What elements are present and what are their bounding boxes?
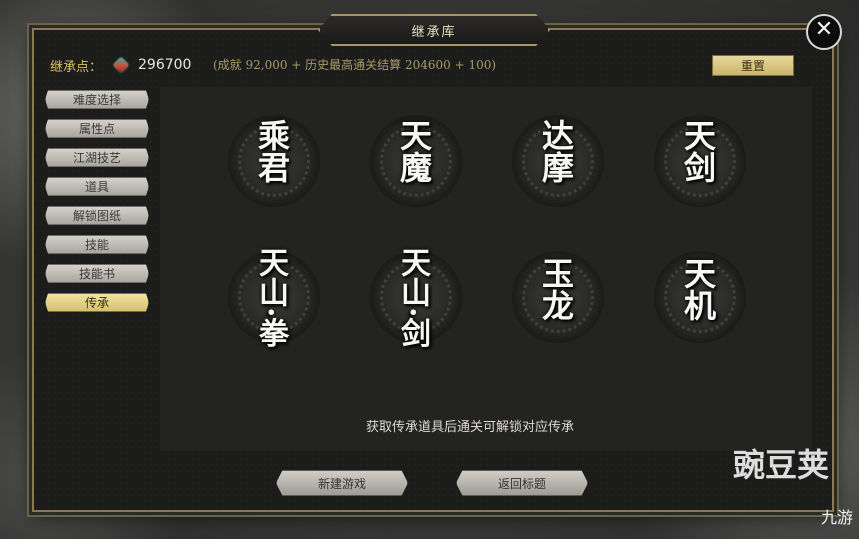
legacy-tianshan-sword[interactable]: 天山·剑 — [395, 247, 430, 347]
window-title: 继承库 — [318, 14, 550, 46]
legacy-tianjian[interactable]: 天剑 — [679, 119, 717, 183]
legacy-damo[interactable]: 达摩 — [537, 119, 575, 183]
legacy-tianji[interactable]: 天机 — [679, 257, 717, 321]
reset-button[interactable]: 重置 — [712, 55, 794, 76]
sidebar-item-difficulty[interactable]: 难度选择 — [45, 90, 149, 109]
legacy-chengjun[interactable]: 乘君 — [253, 119, 291, 183]
sidebar-item-jianghu-skills[interactable]: 江湖技艺 — [45, 148, 149, 167]
watermark-logo: 豌豆荚 — [732, 446, 829, 484]
legacy-tianmo[interactable]: 天魔 — [395, 119, 433, 183]
unlock-hint: 获取传承道具后通关可解锁对应传承 — [366, 420, 575, 435]
legacy-tianshan-fist[interactable]: 天山·拳 — [253, 247, 288, 347]
points-detail: (成就 92,000 + 历史最高通关结算 204600 + 100) — [213, 58, 497, 72]
sidebar-item-items[interactable]: 道具 — [45, 177, 149, 196]
legacy-yulong[interactable]: 玉龙 — [537, 257, 575, 321]
new-game-button[interactable]: 新建游戏 — [276, 470, 408, 496]
gem-icon — [112, 56, 130, 74]
points-label: 继承点： — [50, 59, 103, 75]
watermark-sub-logo: 九游 — [820, 508, 853, 527]
points-row: 继承点： 296700 — [50, 55, 191, 75]
sidebar-item-skills[interactable]: 技能 — [45, 235, 149, 254]
sidebar-item-legacy[interactable]: 传承 — [45, 293, 149, 312]
return-title-button[interactable]: 返回标题 — [456, 470, 588, 496]
sidebar-item-attributes[interactable]: 属性点 — [45, 119, 149, 138]
sidebar: 难度选择 属性点 江湖技艺 道具 解锁图纸 技能 技能书 传承 — [45, 90, 149, 322]
points-value: 296700 — [138, 57, 192, 73]
close-icon[interactable]: ✕ — [806, 14, 842, 50]
sidebar-item-blueprints[interactable]: 解锁图纸 — [45, 206, 149, 225]
legacy-grid: 乘君 天魔 达摩 天剑 天山·拳 天山·剑 玉龙 天机 — [160, 87, 812, 451]
sidebar-item-skill-books[interactable]: 技能书 — [45, 264, 149, 283]
